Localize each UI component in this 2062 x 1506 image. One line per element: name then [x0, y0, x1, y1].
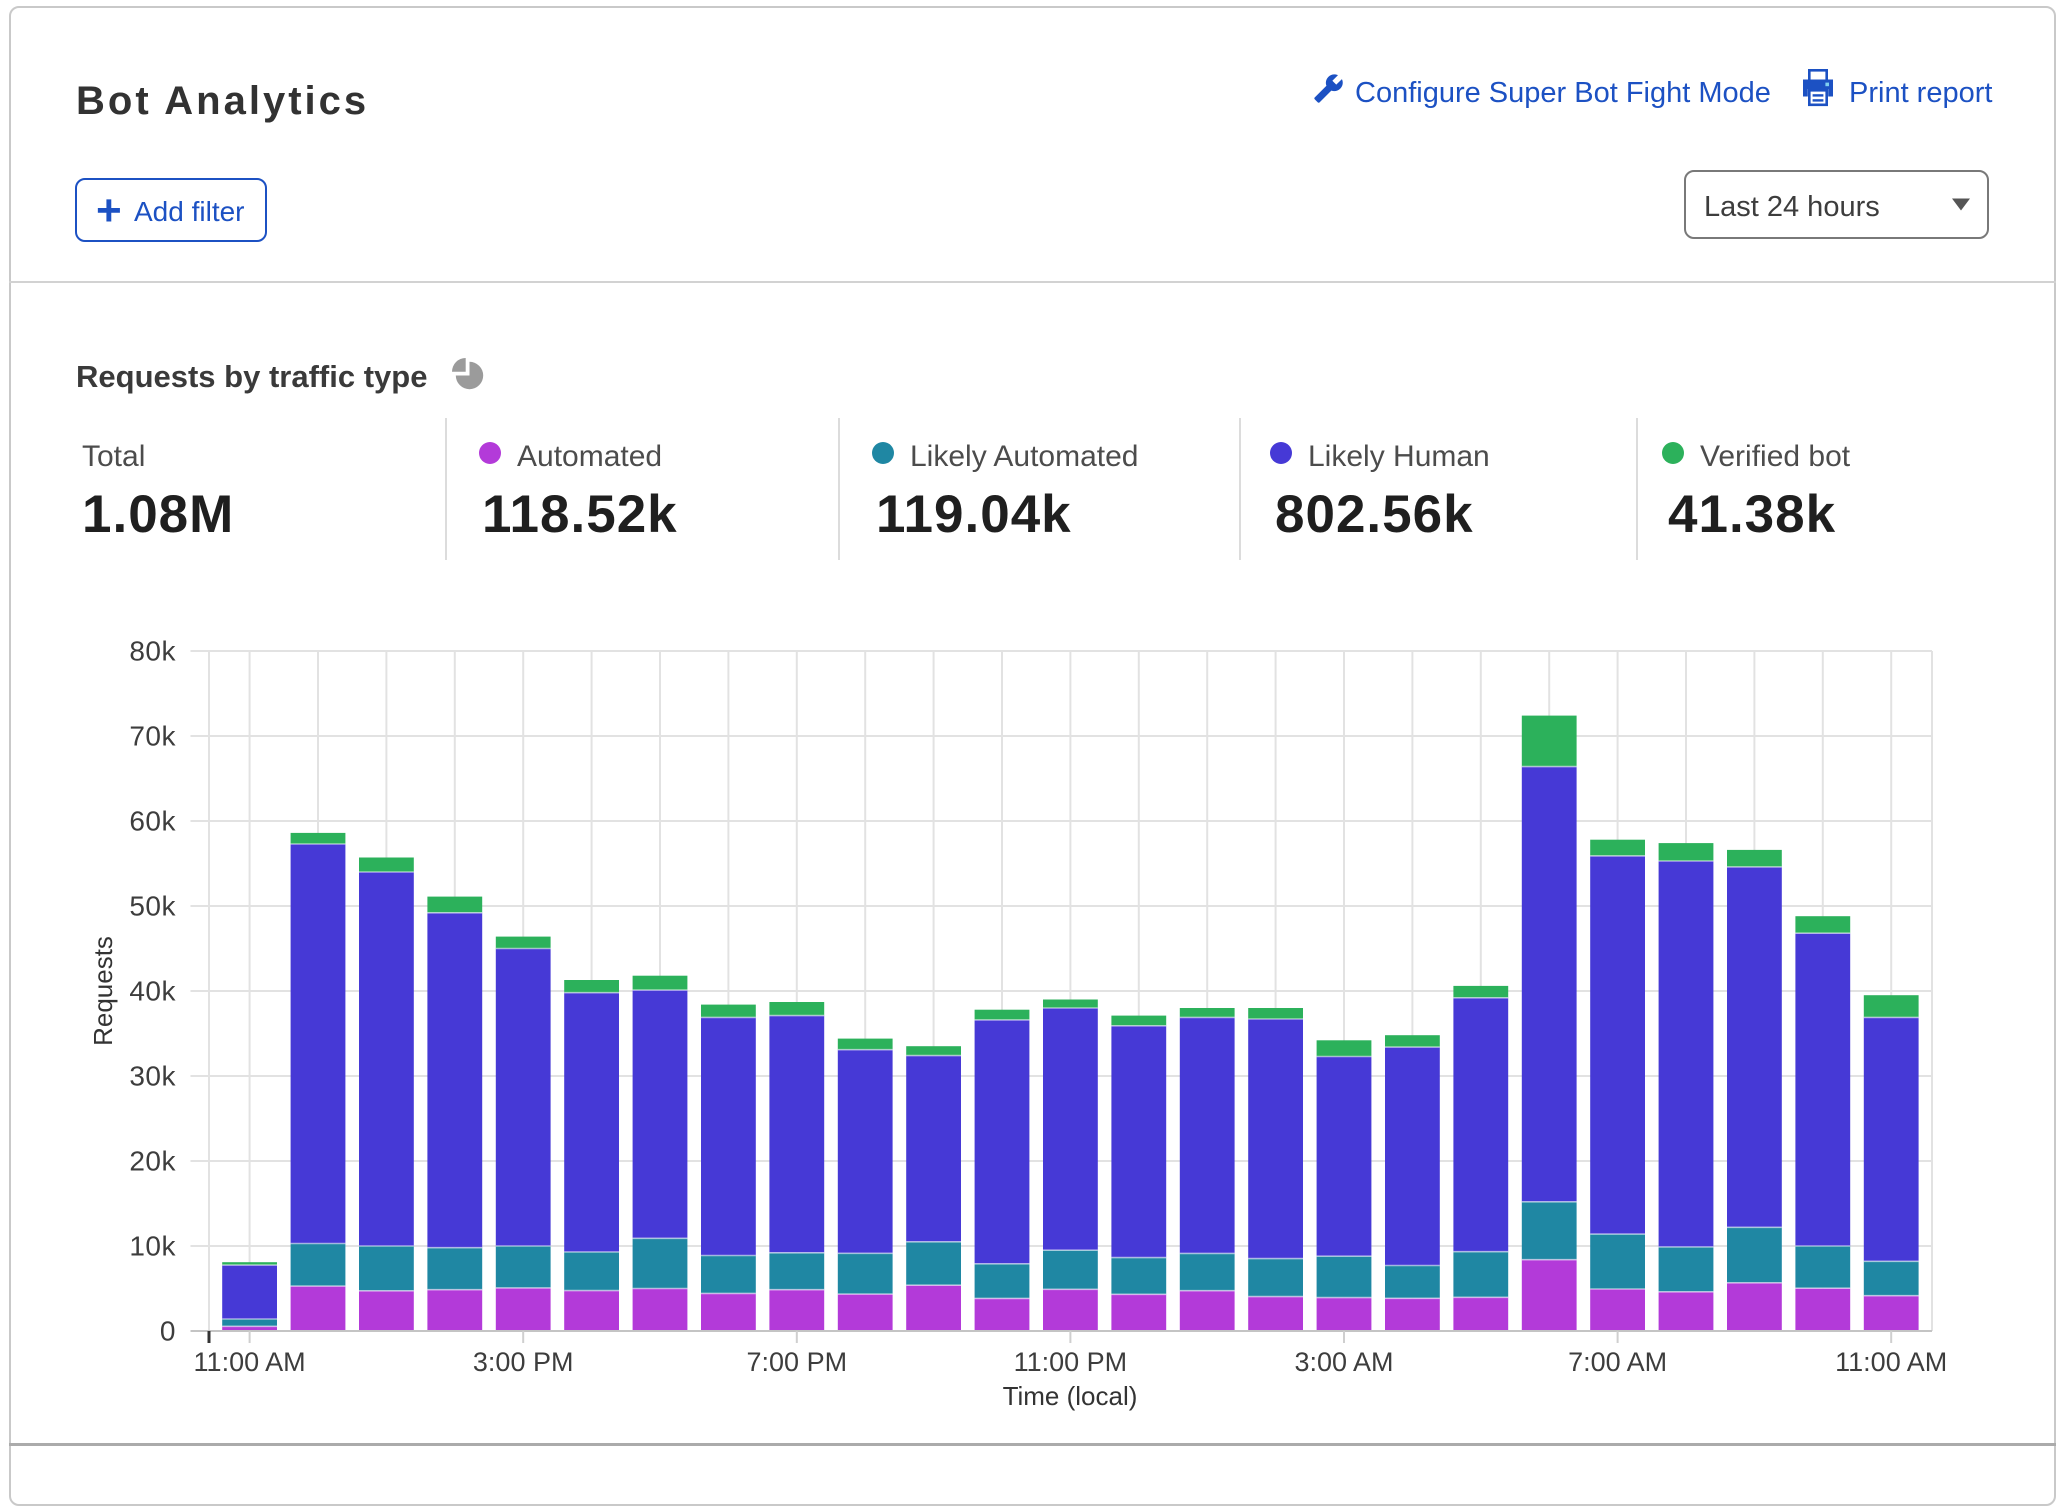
svg-text:7:00 PM: 7:00 PM — [747, 1347, 848, 1377]
svg-text:70k: 70k — [129, 721, 176, 752]
svg-text:3:00 PM: 3:00 PM — [473, 1347, 574, 1377]
svg-text:11:00 AM: 11:00 AM — [1835, 1347, 1947, 1377]
svg-text:60k: 60k — [129, 806, 176, 837]
svg-text:40k: 40k — [129, 976, 176, 1007]
svg-text:Time (local): Time (local) — [1003, 1381, 1138, 1411]
svg-text:20k: 20k — [129, 1146, 176, 1177]
svg-text:11:00 PM: 11:00 PM — [1014, 1347, 1128, 1377]
svg-text:10k: 10k — [129, 1231, 176, 1262]
svg-text:50k: 50k — [129, 891, 176, 922]
svg-text:30k: 30k — [129, 1061, 176, 1092]
svg-text:80k: 80k — [129, 636, 176, 667]
svg-text:Requests: Requests — [88, 936, 118, 1046]
svg-text:3:00 AM: 3:00 AM — [1294, 1347, 1393, 1377]
svg-text:11:00 AM: 11:00 AM — [194, 1347, 306, 1377]
svg-text:7:00 AM: 7:00 AM — [1568, 1347, 1667, 1377]
svg-text:0: 0 — [160, 1316, 176, 1347]
